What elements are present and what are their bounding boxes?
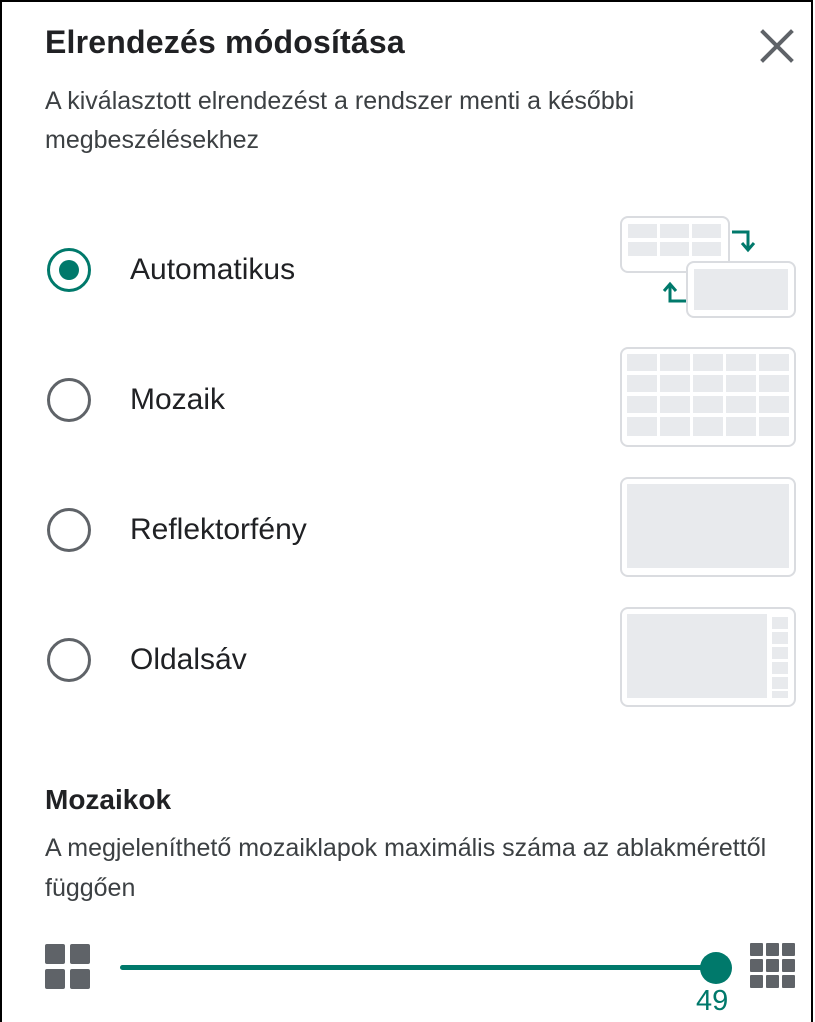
tiles-section-title: Mozaikok [45,784,172,815]
radio-button-auto[interactable] [47,248,91,292]
layout-option-sidebar[interactable]: Oldalsáv [0,605,815,715]
grid-3x3-icon [750,943,795,988]
layout-option-label: Automatikus [130,253,296,286]
layout-option-label: Mozaik [130,383,226,416]
tiles-section-description: A megjeleníthető mozaiklapok maximális s… [45,834,767,902]
grid-2x2-icon [45,944,90,989]
tiles-slider[interactable]: 49 [0,935,815,1022]
layout-option-spotlight[interactable]: Reflektorfény [0,475,815,585]
tiled-layout-icon [620,347,796,447]
spotlight-layout-icon [620,477,796,577]
close-icon[interactable] [755,24,799,68]
layout-option-label: Oldalsáv [130,643,247,676]
slider-value: 49 [696,985,729,1017]
slider-thumb[interactable] [700,952,732,984]
slider-track[interactable] [120,965,718,970]
radio-button-sidebar[interactable] [47,638,91,682]
dialog-subtitle: A kiválasztott elrendezést a rendszer me… [45,87,635,154]
radio-button-tiled[interactable] [47,378,91,422]
layout-option-auto[interactable]: Automatikus [0,215,815,325]
sidebar-layout-icon [620,607,796,707]
auto-layout-icon [620,216,796,318]
radio-button-spotlight[interactable] [47,508,91,552]
layout-option-label: Reflektorfény [130,513,307,546]
dialog-title: Elrendezés módosítása [45,24,405,60]
layout-option-tiled[interactable]: Mozaik [0,345,815,455]
